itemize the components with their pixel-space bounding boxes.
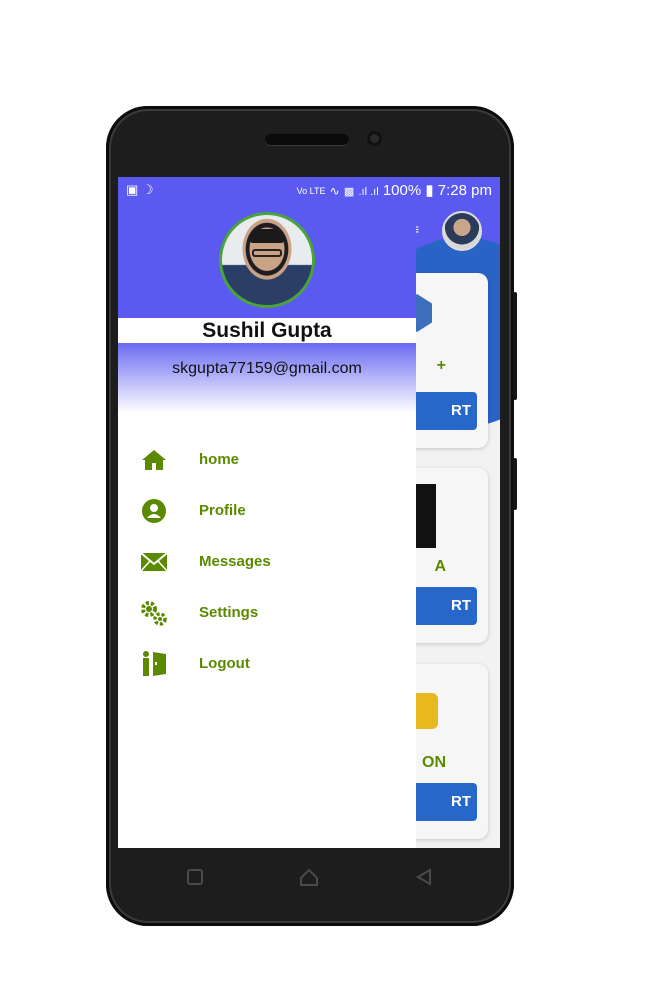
navigation-drawer: Sushil Gupta skgupta77159@gmail.com home… [118,203,416,848]
android-nav-bar [118,848,500,908]
menu-item-label: Messages [199,553,271,570]
menu-item-label: Logout [199,655,250,672]
signal-icon: .ıl .ıl [358,186,379,198]
app-avatar[interactable] [442,211,482,251]
back-icon[interactable] [415,868,433,886]
menu-item-label: Settings [199,604,259,621]
avatar-hair [250,229,284,243]
earpiece-speaker [265,134,349,145]
exit-door-icon [140,650,168,677]
menu-item-logout[interactable]: Logout [118,638,416,689]
battery-percent: 100% [382,182,422,199]
avatar-glasses [252,249,282,257]
menu-item-label: Profile [199,502,246,519]
image-icon: ▣ [126,182,139,197]
drawer-header-gradient [118,343,416,413]
envelope-icon [140,549,168,575]
home-icon [140,447,168,473]
menu-item-home[interactable]: home [118,434,416,485]
wifi-icon: ∿ [329,184,340,198]
moon-icon: ☽ [141,182,154,197]
status-time: 7:28 pm [437,182,492,199]
power-button [513,458,517,510]
menu-item-profile[interactable]: Profile [118,485,416,536]
user-avatar[interactable] [219,212,315,308]
battery-icon: ▮ [425,182,434,199]
user-email: skgupta77159@gmail.com [172,360,362,377]
menu-item-messages[interactable]: Messages [118,536,416,587]
profile-icon [140,498,168,524]
home-nav-icon[interactable] [299,868,319,886]
menu-item-label: home [199,451,240,468]
status-right: Vo LTE ∿ ▩ .ıl .ıl 100% ▮ 7:28 pm [297,181,492,199]
gears-icon [140,600,168,626]
status-bar: ▣ ☽ Vo LTE ∿ ▩ .ıl .ıl 100% ▮ 7:28 pm [118,177,500,203]
drawer-menu: home Profile Messages Settings Logout [118,434,416,689]
sim-icon: ▩ [343,186,355,198]
menu-item-settings[interactable]: Settings [118,587,416,638]
front-camera [367,131,382,146]
recents-icon[interactable] [186,868,204,886]
status-left-icons: ▣ ☽ [126,182,154,198]
volume-button [513,292,517,400]
phone-screen: ≡ + RT A RT ON RT ▣ ☽ Vo LTE ∿ ▩ .ıl .ıl… [118,177,500,848]
volte-label: Vo LTE [296,186,326,197]
user-name: Sushil Gupta [118,318,416,343]
